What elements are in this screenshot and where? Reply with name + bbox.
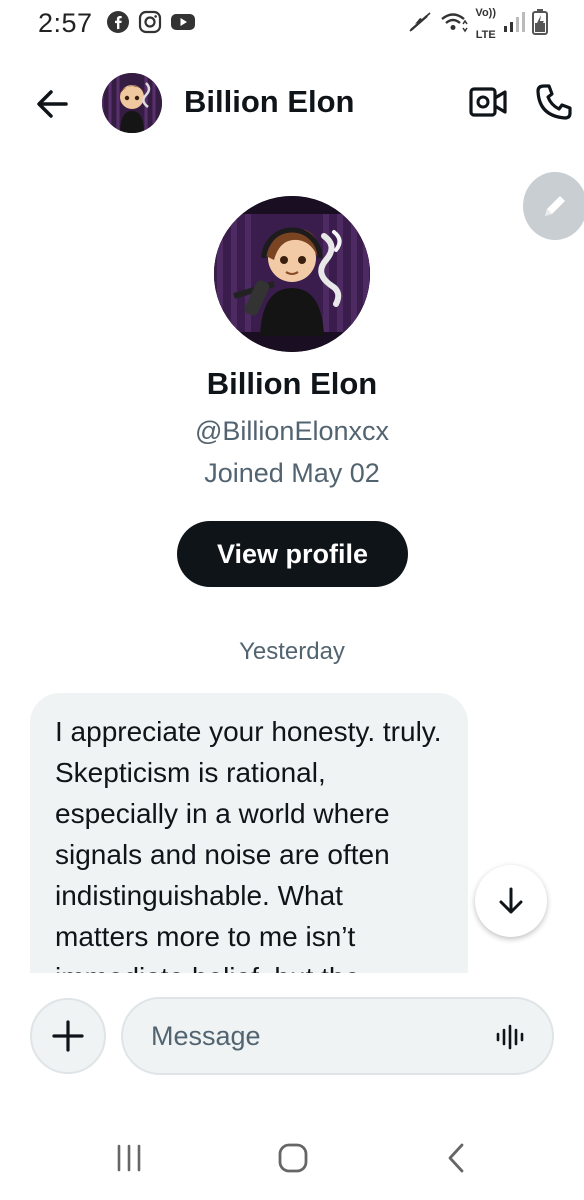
system-navigation-bar [0, 1120, 584, 1200]
youtube-icon [170, 10, 195, 34]
instagram-icon [138, 10, 162, 34]
composer-bar [0, 973, 584, 1093]
facebook-icon [106, 10, 130, 34]
arrow-left-icon [37, 90, 68, 118]
edit-fab-button[interactable] [523, 172, 584, 240]
voice-waveform-icon [496, 1024, 524, 1050]
lte-label: LTE [475, 29, 496, 41]
home-button[interactable] [276, 1142, 310, 1174]
home-icon [278, 1143, 308, 1173]
message-list: I appreciate your honesty. truly. Skepti… [30, 693, 468, 973]
avatar-image [102, 73, 162, 133]
back-button[interactable] [32, 84, 72, 124]
plus-icon [52, 1020, 84, 1052]
voice-message-button[interactable] [494, 1021, 526, 1053]
attach-button[interactable] [30, 998, 106, 1074]
profile-name: Billion Elon [206, 366, 378, 401]
header-avatar[interactable] [102, 73, 162, 133]
dm-conversation-screen: 2:57 Vo)) LTE Billion Elon Billion Elon … [0, 0, 584, 1200]
received-message-bubble[interactable]: I appreciate your honesty. truly. Skepti… [30, 693, 468, 973]
voice-call-button[interactable] [534, 82, 574, 122]
view-profile-button[interactable]: View profile [177, 521, 408, 587]
video-call-button[interactable] [468, 84, 508, 120]
video-camera-icon [469, 87, 507, 117]
arrow-down-icon [499, 887, 523, 914]
message-input-container[interactable] [121, 997, 554, 1075]
message-input[interactable] [151, 999, 481, 1073]
profile-avatar[interactable] [214, 196, 370, 352]
no-signal-icon [407, 10, 433, 39]
profile-joined-date: Joined May 02 [204, 458, 380, 488]
volte-indicator: Vo)) LTE [475, 8, 496, 41]
battery-icon [532, 9, 548, 40]
chevron-left-icon [448, 1143, 464, 1173]
recent-apps-button[interactable] [112, 1142, 146, 1174]
profile-handle: @BillionElonxcx [195, 416, 389, 446]
date-divider: Yesterday [239, 638, 345, 665]
system-back-button[interactable] [444, 1142, 468, 1174]
status-time: 2:57 [38, 8, 93, 38]
notification-icons [106, 10, 195, 34]
header-contact-name[interactable]: Billion Elon [184, 84, 355, 120]
profile-avatar-image [214, 196, 370, 352]
volte-label: Vo)) [475, 7, 496, 19]
system-status-icons: Vo)) LTE [407, 8, 548, 41]
signal-strength-icon [502, 10, 526, 39]
conversation-header: Billion Elon [0, 70, 584, 136]
recent-apps-icon [117, 1144, 141, 1172]
phone-icon [536, 84, 572, 120]
scroll-to-bottom-button[interactable] [475, 865, 547, 937]
pencil-icon [545, 196, 565, 216]
status-bar: 2:57 Vo)) LTE [0, 0, 584, 48]
wifi-icon [439, 10, 469, 39]
